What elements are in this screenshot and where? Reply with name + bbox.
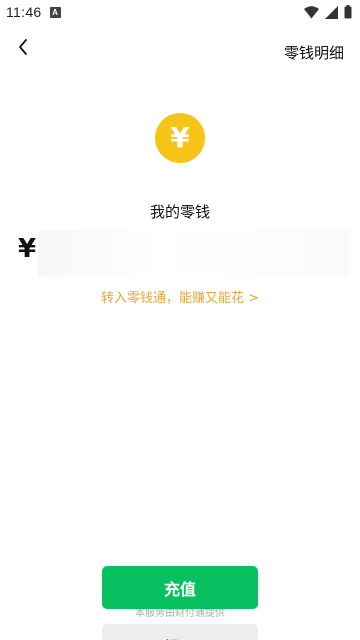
wifi-icon [304,4,319,23]
status-icons [304,4,352,23]
status-time: 11:46 [6,4,42,20]
page-title: 我的零钱 [149,203,210,221]
currency-symbol: ¥ [18,234,37,264]
withdraw-button[interactable]: 提现 [102,624,258,640]
wallet-screen: 11:46 A 零钱明细 ¥ 我的零钱 ¥ 转入零钱通，能赚又能花 > 本服务由… [0,0,360,640]
balance-amount-masked [38,230,350,276]
recharge-button[interactable]: 充值 [102,566,258,609]
battery-icon [344,4,352,23]
balance-row: ¥ [18,230,350,278]
chevron-left-icon [16,37,30,61]
signal-icon [325,4,338,23]
coin-symbol: ¥ [170,121,190,154]
back-button[interactable] [10,36,36,62]
status-bar: 11:46 A [0,0,360,24]
notification-badge-icon: A [49,6,61,18]
yen-coin-icon: ¥ [155,113,205,163]
change-detail-link[interactable]: 零钱明细 [284,42,344,63]
transfer-to-licaitong-link[interactable]: 转入零钱通，能赚又能花 > [0,287,360,306]
